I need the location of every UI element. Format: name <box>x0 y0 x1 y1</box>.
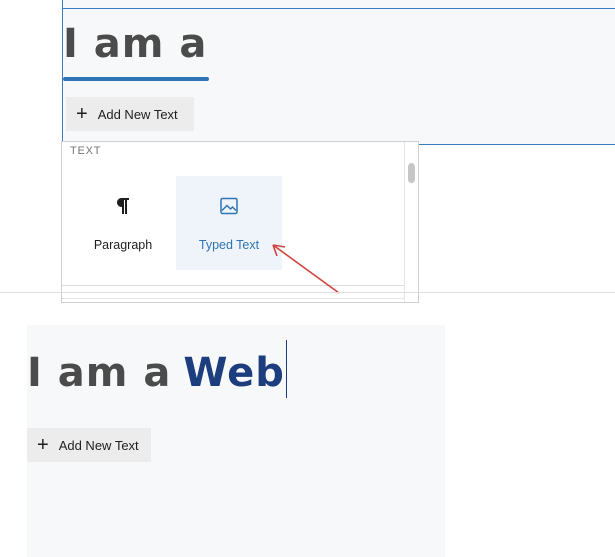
divider <box>62 298 404 299</box>
add-new-text-button[interactable]: + Add New Text <box>27 428 151 462</box>
add-new-text-label: Add New Text <box>97 106 178 122</box>
image-icon <box>176 196 282 220</box>
scrollbar-thumb[interactable] <box>408 163 415 183</box>
plus-icon: + <box>37 434 49 456</box>
block-item-paragraph-label: Paragraph <box>93 238 153 252</box>
heading-static-text: I am a <box>27 350 172 396</box>
result-editor-panel: I am a Web + Add New Text <box>27 325 445 557</box>
block-inserter-popover: TEXT Paragraph Typed Text <box>61 141 419 303</box>
add-new-text-button[interactable]: + Add New Text <box>66 97 194 131</box>
pilcrow-icon <box>70 196 176 220</box>
heading-underline <box>63 77 209 81</box>
block-border <box>63 8 615 9</box>
top-heading[interactable]: I am a <box>63 18 207 70</box>
plus-icon: + <box>76 103 88 125</box>
heading-typed-text: Web <box>183 350 285 396</box>
top-editor-panel: I am a + Add New Text <box>62 0 615 145</box>
block-item-paragraph[interactable]: Paragraph <box>70 176 176 270</box>
add-new-text-label: Add New Text <box>58 437 139 453</box>
result-heading[interactable]: I am a Web <box>27 340 288 399</box>
category-label: TEXT <box>70 145 102 157</box>
inserter-scrollbar[interactable] <box>404 142 418 302</box>
text-cursor <box>285 340 288 398</box>
divider <box>62 285 404 286</box>
annotation-arrow-icon <box>272 244 340 294</box>
section-divider <box>0 292 615 293</box>
